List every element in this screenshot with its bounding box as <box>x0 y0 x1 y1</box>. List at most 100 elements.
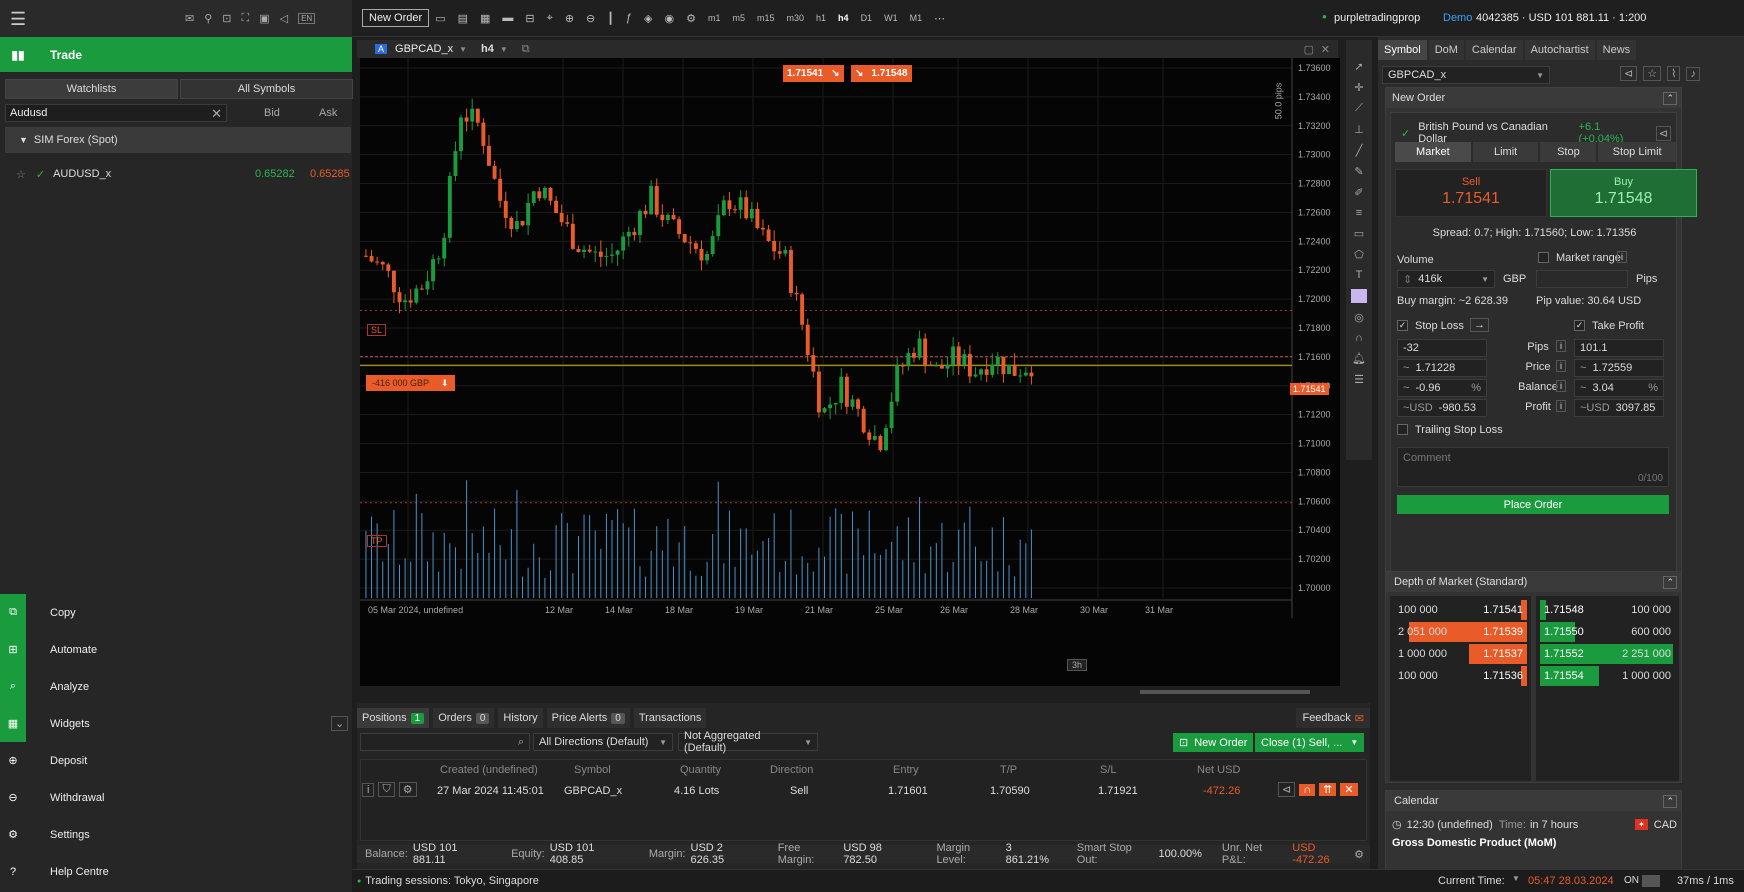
timeframe-h1[interactable]: h1 <box>816 13 826 23</box>
dom-ask-row[interactable]: 1.71550 600 000 <box>1540 622 1675 642</box>
chart-timeframe[interactable]: h4 <box>481 43 494 55</box>
sound-icon[interactable]: ◁ <box>280 12 288 25</box>
buy-price-tag[interactable]: ↘ 1.71548 <box>851 65 912 82</box>
tab-calendar[interactable]: Calendar <box>1465 40 1523 60</box>
more-icon[interactable]: ⋯ <box>934 12 945 25</box>
hamburger-menu-icon[interactable]: ☰ <box>10 9 26 30</box>
candle-type-icon[interactable]: ┃ <box>607 12 614 25</box>
share-icon[interactable]: ⊲ <box>1278 782 1296 797</box>
tab-symbol[interactable]: Symbol <box>1378 40 1427 60</box>
tp-input-1[interactable]: ~1.72559 <box>1574 359 1664 377</box>
chart-icon[interactable]: ⌇ <box>1667 66 1681 81</box>
order-type-stop[interactable]: Stop <box>1540 142 1597 162</box>
menu-settings[interactable]: ⚙ Settings <box>0 816 352 853</box>
price-chart[interactable]: 1.73600 1.73400 1.73200 1.73000 1.72800 1.726… <box>360 58 1340 694</box>
buy-button[interactable]: Buy 1.71548 <box>1550 169 1697 217</box>
column-header[interactable]: T/P <box>1000 764 1017 776</box>
maximize-icon[interactable]: ▢ <box>1304 43 1314 56</box>
timeframe-M1[interactable]: M1 <box>910 13 923 23</box>
watchlist-search-input[interactable]: Audusd <box>6 107 47 119</box>
position-cell[interactable]: 1.71921 <box>1098 785 1138 797</box>
crosshair-icon[interactable]: ✛ <box>1354 81 1363 94</box>
market-range-input[interactable] <box>1536 270 1628 288</box>
column-header[interactable]: Entry <box>893 764 919 776</box>
menu-help[interactable]: ? Help Centre <box>0 853 352 890</box>
new-order-button[interactable]: New Order <box>362 9 430 27</box>
order-type-limit[interactable]: Limit <box>1472 142 1539 162</box>
info-icon[interactable]: i <box>1556 400 1566 412</box>
brush-icon[interactable]: ✐ <box>1354 186 1363 199</box>
place-order-button[interactable]: Place Order <box>1397 495 1669 514</box>
position-cell[interactable]: 27 Mar 2024 11:45:01 <box>437 785 544 797</box>
star-icon[interactable]: ☆ <box>16 168 26 181</box>
close-chart-icon[interactable]: ✕ <box>1321 43 1330 56</box>
watchlist-row[interactable]: ☆ ✓ AUDUSD_x 0.65282 0.65285 <box>0 164 352 184</box>
column-header[interactable]: Net USD <box>1197 764 1240 776</box>
hline-icon[interactable]: ⊥ <box>1354 123 1364 136</box>
tab-autochartist[interactable]: Autochartist <box>1524 40 1595 60</box>
menu-copy[interactable]: ⧉ Copy <box>0 594 352 631</box>
layout-icon[interactable]: ▭ <box>435 12 445 25</box>
target-icon[interactable]: ◎ <box>1354 311 1364 324</box>
star-icon[interactable]: ☆ <box>1643 66 1662 81</box>
chart-canvas[interactable]: 1.73600 1.73400 1.73200 1.73000 1.72800 1.726… <box>360 58 1340 686</box>
shield-icon[interactable]: ⛉ <box>378 782 395 797</box>
tab-dom[interactable]: DoM <box>1428 40 1464 60</box>
chevron-down-icon[interactable]: ▼ <box>500 45 508 54</box>
cursor-icon[interactable]: ➚ <box>1354 60 1363 73</box>
gear-icon[interactable]: ⚙ <box>398 782 417 797</box>
menu-deposit[interactable]: ⊕ Deposit <box>0 742 352 779</box>
close-positions-button[interactable]: Close (1) Sell, ... ▼ <box>1255 733 1365 752</box>
mail-icon[interactable]: ✉ <box>185 12 194 25</box>
split-icon[interactable]: ▤ <box>458 12 468 25</box>
volume-input[interactable]: ⇕ 416k ▼ <box>1397 270 1495 288</box>
text-tool-icon[interactable]: T <box>1356 269 1363 281</box>
window-icon[interactable]: ▣ <box>259 12 269 25</box>
column-header[interactable]: Quantity <box>680 764 721 776</box>
dom-bid-row[interactable]: 1 000 000 1.71537 <box>1394 644 1527 664</box>
sl-marker[interactable]: SL <box>367 324 387 336</box>
tab-watchlists[interactable]: Watchlists <box>5 79 178 99</box>
clear-search-icon[interactable]: ✕ <box>211 106 222 122</box>
position-cell[interactable]: GBPCAD_x <box>564 785 622 797</box>
position-cell[interactable]: 1.70590 <box>990 785 1030 797</box>
close-position-icon[interactable]: ✕ <box>1340 783 1358 796</box>
tp-marker[interactable]: TP <box>367 535 387 547</box>
fullscreen-icon[interactable]: ⛶ <box>242 12 250 25</box>
tp-input-0[interactable]: 101.1 <box>1574 339 1664 357</box>
position-cell[interactable]: -472.26 <box>1203 785 1240 797</box>
watchlist-bid[interactable]: 0.65282 <box>255 168 295 180</box>
menu-widgets[interactable]: ▦ Widgets ⌄ <box>0 705 352 742</box>
order-type-stop-limit[interactable]: Stop Limit <box>1598 142 1676 162</box>
single-icon[interactable]: ▬ <box>502 12 513 24</box>
direction-filter[interactable]: All Directions (Default) ▼ <box>533 733 673 751</box>
crosshair-icon[interactable]: ⌖ <box>547 12 553 25</box>
reverse-icon[interactable]: ∩ <box>1299 783 1316 796</box>
market-range-checkbox[interactable] <box>1538 252 1549 263</box>
column-header[interactable]: Created (undefined) <box>440 764 538 776</box>
info-icon[interactable]: i <box>362 782 375 797</box>
layers-icon[interactable]: ◈ <box>644 12 652 25</box>
sl-input-1[interactable]: ~1.71228 <box>1397 359 1487 377</box>
info-icon[interactable]: i <box>1556 380 1566 392</box>
alert-icon[interactable]: 🔔︎ <box>1352 352 1366 365</box>
account-name[interactable]: purpletradingprop <box>1334 12 1420 24</box>
tab-transactions[interactable]: Transactions <box>633 708 707 728</box>
arrow-right-icon[interactable]: → <box>1470 318 1489 332</box>
tab-all-symbols[interactable]: All Symbols <box>180 79 353 99</box>
tab-positions[interactable]: Positions 1 <box>357 708 430 728</box>
timeframe-m1[interactable]: m1 <box>708 13 721 23</box>
line-tool-icon[interactable]: ⟋ <box>1355 102 1363 115</box>
detach-icon[interactable]: ⧉ <box>522 43 530 56</box>
zoom-in-icon[interactable]: ⊕ <box>565 12 574 25</box>
indicator-icon[interactable]: ƒ <box>626 12 632 24</box>
sell-price-tag[interactable]: 1.71541 ↘ <box>783 65 844 82</box>
chart-symbol[interactable]: GBPCAD_x <box>395 43 453 55</box>
menu-analyze[interactable]: ⌕ Analyze <box>0 668 352 705</box>
zoom-out-icon[interactable]: ⊖ <box>586 12 595 25</box>
timeframe-W1[interactable]: W1 <box>884 13 898 23</box>
info-icon[interactable]: i <box>1556 340 1566 352</box>
language-button[interactable]: EN <box>298 13 316 24</box>
chart-scrollbar[interactable] <box>1140 690 1310 694</box>
tp-input-3[interactable]: ~USD 3097.85 <box>1574 399 1664 417</box>
